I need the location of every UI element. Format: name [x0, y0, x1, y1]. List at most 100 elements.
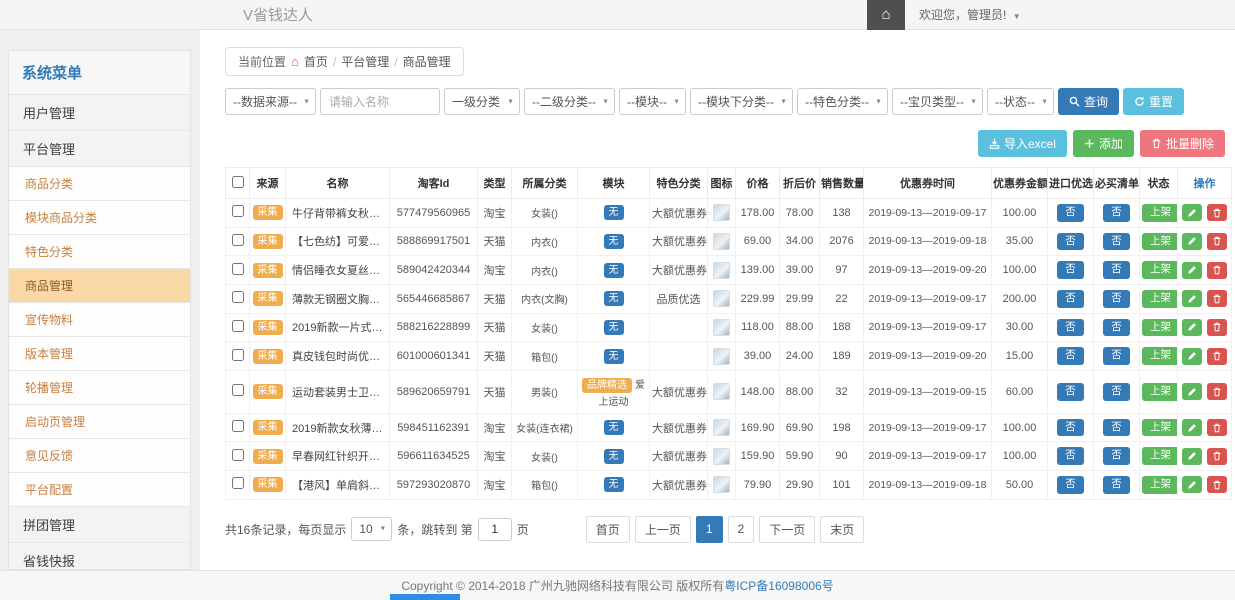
- edit-button[interactable]: [1182, 476, 1202, 493]
- sidebar-menu-item[interactable]: 商品分类: [9, 166, 190, 200]
- breadcrumb-level2[interactable]: 平台管理: [341, 53, 389, 70]
- pager-button[interactable]: 首页: [586, 516, 630, 543]
- edit-button[interactable]: [1182, 448, 1202, 465]
- status-button[interactable]: 上架: [1142, 347, 1178, 365]
- edit-button[interactable]: [1182, 348, 1202, 365]
- name-search-input[interactable]: [320, 88, 440, 115]
- sidebar-menu-item[interactable]: 省钱快报: [9, 542, 190, 570]
- import-select-toggle[interactable]: 否: [1057, 233, 1084, 251]
- status-button[interactable]: 上架: [1142, 447, 1178, 465]
- row-checkbox[interactable]: [232, 420, 244, 432]
- edit-button[interactable]: [1182, 204, 1202, 221]
- import-select-toggle[interactable]: 否: [1057, 319, 1084, 337]
- sidebar-menu-item[interactable]: 拼团管理: [9, 506, 190, 542]
- status-button[interactable]: 上架: [1142, 319, 1178, 337]
- import-select-toggle[interactable]: 否: [1057, 447, 1084, 465]
- edit-button[interactable]: [1182, 319, 1202, 336]
- delete-button[interactable]: [1207, 383, 1227, 400]
- row-checkbox[interactable]: [232, 234, 244, 246]
- edit-button[interactable]: [1182, 262, 1202, 279]
- must-buy-toggle[interactable]: 否: [1103, 204, 1130, 222]
- must-buy-toggle[interactable]: 否: [1103, 347, 1130, 365]
- row-checkbox[interactable]: [232, 320, 244, 332]
- select-all-checkbox[interactable]: [232, 176, 244, 188]
- filter-select[interactable]: --特色分类--: [797, 88, 888, 115]
- status-button[interactable]: 上架: [1142, 261, 1178, 279]
- import-select-toggle[interactable]: 否: [1057, 476, 1084, 494]
- must-buy-toggle[interactable]: 否: [1103, 290, 1130, 308]
- status-button[interactable]: 上架: [1142, 476, 1178, 494]
- sidebar-menu-item[interactable]: 平台管理: [9, 130, 190, 166]
- sidebar-menu-item[interactable]: 意见反馈: [9, 438, 190, 472]
- sidebar-menu-item[interactable]: 轮播管理: [9, 370, 190, 404]
- page-jump-input[interactable]: [478, 518, 512, 541]
- delete-button[interactable]: [1207, 319, 1227, 336]
- import-select-toggle[interactable]: 否: [1057, 290, 1084, 308]
- search-button[interactable]: 查询: [1058, 88, 1119, 115]
- reset-button[interactable]: 重置: [1123, 88, 1184, 115]
- import-excel-button[interactable]: 导入excel: [978, 130, 1067, 157]
- row-checkbox[interactable]: [232, 349, 244, 361]
- filter-select[interactable]: --二级分类--: [524, 88, 615, 115]
- filter-select[interactable]: --模块下分类--: [690, 88, 793, 115]
- pager-button[interactable]: 1: [696, 516, 723, 543]
- pager-button[interactable]: 2: [728, 516, 755, 543]
- sidebar-menu-item[interactable]: 用户管理: [9, 94, 190, 130]
- per-page-select[interactable]: 10: [351, 517, 392, 541]
- row-checkbox[interactable]: [232, 291, 244, 303]
- must-buy-toggle[interactable]: 否: [1103, 383, 1130, 401]
- import-select-toggle[interactable]: 否: [1057, 347, 1084, 365]
- delete-button[interactable]: [1207, 262, 1227, 279]
- home-button[interactable]: ⌂: [867, 0, 905, 30]
- data-source-select[interactable]: --数据来源--: [225, 88, 316, 115]
- status-button[interactable]: 上架: [1142, 233, 1178, 251]
- sidebar-menu-item[interactable]: 模块商品分类: [9, 200, 190, 234]
- sidebar-menu-item[interactable]: 版本管理: [9, 336, 190, 370]
- row-checkbox[interactable]: [232, 263, 244, 275]
- edit-button[interactable]: [1182, 290, 1202, 307]
- edit-button[interactable]: [1182, 383, 1202, 400]
- add-button[interactable]: 添加: [1073, 130, 1134, 157]
- filter-select[interactable]: --状态--: [987, 88, 1054, 115]
- sidebar-menu-item[interactable]: 商品管理: [9, 268, 190, 302]
- must-buy-toggle[interactable]: 否: [1103, 419, 1130, 437]
- must-buy-toggle[interactable]: 否: [1103, 261, 1130, 279]
- status-button[interactable]: 上架: [1142, 419, 1178, 437]
- import-select-toggle[interactable]: 否: [1057, 383, 1084, 401]
- sidebar-menu-item[interactable]: 宣传物料: [9, 302, 190, 336]
- delete-button[interactable]: [1207, 233, 1227, 250]
- delete-button[interactable]: [1207, 290, 1227, 307]
- status-button[interactable]: 上架: [1142, 204, 1178, 222]
- delete-button[interactable]: [1207, 419, 1227, 436]
- delete-button[interactable]: [1207, 448, 1227, 465]
- status-button[interactable]: 上架: [1142, 383, 1178, 401]
- filter-select[interactable]: 一级分类: [444, 88, 520, 115]
- filter-select[interactable]: --宝贝类型--: [892, 88, 983, 115]
- batch-delete-button[interactable]: 批量删除: [1140, 130, 1225, 157]
- import-select-toggle[interactable]: 否: [1057, 419, 1084, 437]
- edit-button[interactable]: [1182, 419, 1202, 436]
- delete-button[interactable]: [1207, 204, 1227, 221]
- must-buy-toggle[interactable]: 否: [1103, 319, 1130, 337]
- import-select-toggle[interactable]: 否: [1057, 261, 1084, 279]
- sidebar-menu-item[interactable]: 启动页管理: [9, 404, 190, 438]
- edit-button[interactable]: [1182, 233, 1202, 250]
- filter-select[interactable]: --模块--: [619, 88, 686, 115]
- pager-button[interactable]: 末页: [820, 516, 864, 543]
- delete-button[interactable]: [1207, 348, 1227, 365]
- row-checkbox[interactable]: [232, 205, 244, 217]
- pager-button[interactable]: 上一页: [635, 516, 691, 543]
- must-buy-toggle[interactable]: 否: [1103, 476, 1130, 494]
- row-checkbox[interactable]: [232, 477, 244, 489]
- import-select-toggle[interactable]: 否: [1057, 204, 1084, 222]
- breadcrumb-home-link[interactable]: 首页: [304, 53, 328, 70]
- delete-button[interactable]: [1207, 476, 1227, 493]
- row-checkbox[interactable]: [232, 449, 244, 461]
- must-buy-toggle[interactable]: 否: [1103, 447, 1130, 465]
- icp-link[interactable]: 粤ICP备16098006号: [724, 577, 833, 594]
- sidebar-menu-item[interactable]: 特色分类: [9, 234, 190, 268]
- row-checkbox[interactable]: [232, 384, 244, 396]
- user-menu[interactable]: 欢迎您，管理员! ▼: [905, 6, 1235, 23]
- status-button[interactable]: 上架: [1142, 290, 1178, 308]
- pager-button[interactable]: 下一页: [759, 516, 815, 543]
